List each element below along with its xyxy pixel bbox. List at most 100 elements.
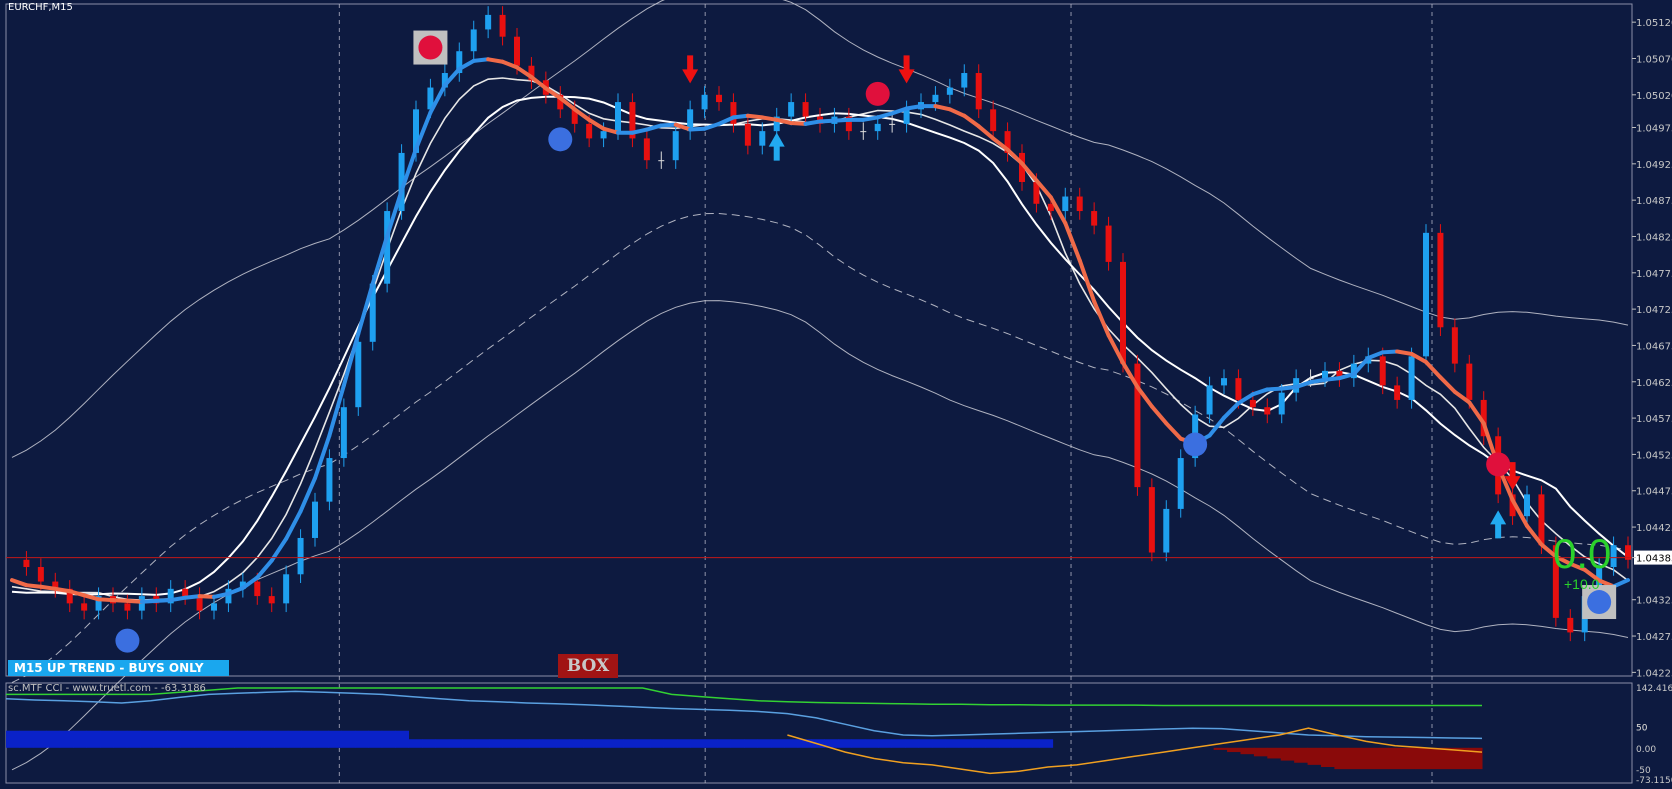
- window-title: EURCHF,M15: [8, 2, 73, 13]
- buy-circle-icon: [1183, 432, 1208, 457]
- candle-body: [1524, 494, 1530, 517]
- price-chart[interactable]: 1.05120 1.05070 1.05020 1.04975 1.04925 1.048…: [0, 0, 1672, 789]
- price-tick-label: 1.04875: [1636, 196, 1672, 207]
- cci-histogram-bar: [1012, 739, 1027, 748]
- candle-body: [975, 73, 982, 110]
- cci-histogram-bar: [1347, 747, 1362, 770]
- cci-histogram-bar: [153, 730, 168, 748]
- buy-circle-icon: [115, 628, 140, 653]
- cci-tick-label: 0.00: [1636, 745, 1656, 755]
- candle-body: [1148, 487, 1155, 553]
- cci-histogram-bar: [167, 730, 181, 748]
- cci-histogram-bar: [1401, 747, 1416, 770]
- candle-body: [254, 581, 261, 597]
- candle-body: [312, 501, 318, 538]
- fast-ma-segment: [818, 118, 837, 124]
- candle-body: [211, 603, 217, 611]
- cci-histogram-bar: [126, 730, 141, 748]
- cci-histogram-bar: [1039, 739, 1054, 748]
- cci-histogram-bar: [958, 739, 973, 748]
- candle: [1148, 478, 1155, 562]
- fast-ma-segment: [486, 57, 505, 64]
- cci-histogram-bar: [609, 739, 624, 748]
- cci-histogram-bar: [717, 739, 732, 748]
- cci-histogram-bar: [1280, 747, 1295, 761]
- candle-body: [340, 407, 347, 459]
- cci-histogram-bar: [475, 739, 490, 748]
- candle-body: [1423, 232, 1429, 357]
- cci-histogram-bar: [985, 739, 1000, 748]
- fast-ma-segment: [125, 598, 144, 604]
- candle: [1120, 253, 1126, 373]
- cci-histogram-bar: [381, 730, 396, 748]
- cci-histogram-bar: [515, 739, 530, 748]
- candle: [1423, 224, 1429, 366]
- cci-histogram-bar: [1388, 747, 1402, 770]
- candle: [1134, 354, 1141, 496]
- candle-body: [182, 588, 189, 597]
- fast-ma-segment: [789, 121, 808, 126]
- fast-ma-segment: [24, 583, 43, 589]
- candle-body: [672, 131, 679, 161]
- candle-body: [1394, 385, 1401, 400]
- cci-histogram-bar: [6, 730, 20, 748]
- candle-body: [990, 109, 997, 132]
- cci-histogram-bar: [448, 739, 463, 748]
- candle-body: [499, 14, 506, 37]
- buy-badge-dot-icon: [1587, 590, 1612, 615]
- cci-histogram-bar: [354, 730, 369, 748]
- candle-body: [946, 87, 953, 95]
- candle-body: [514, 36, 520, 66]
- cci-histogram-bar: [596, 739, 611, 748]
- fast-ma-segment: [139, 598, 159, 604]
- cci-histogram-bar: [260, 730, 275, 748]
- cci-histogram-bar: [86, 730, 101, 748]
- candle-body: [874, 123, 881, 132]
- cci-tick-label: -73.1150: [1636, 776, 1672, 786]
- candle-body: [1466, 363, 1473, 400]
- cci-histogram-bar: [140, 730, 155, 748]
- cci-histogram-bar: [1320, 747, 1335, 767]
- cci-histogram-bar: [837, 739, 852, 748]
- candle-body: [470, 29, 477, 52]
- cci-histogram-bar: [220, 730, 235, 748]
- candle-body: [1437, 232, 1444, 328]
- cci-histogram-bar: [757, 739, 772, 748]
- cci-histogram-bar: [582, 739, 597, 748]
- price-tick-label: 1.04675: [1636, 341, 1672, 352]
- candle-body: [1538, 494, 1545, 546]
- candle-body: [124, 603, 131, 611]
- price-tick-label: 1.05070: [1636, 54, 1672, 65]
- candle-body: [1235, 378, 1242, 400]
- cci-histogram-bar: [368, 730, 383, 748]
- cci-histogram-bar: [1227, 747, 1241, 753]
- candle: [1163, 500, 1170, 562]
- cci-histogram-bar: [113, 730, 128, 748]
- fast-ma-segment: [1380, 349, 1400, 355]
- candle-body: [788, 102, 795, 117]
- cci-histogram-bar: [1361, 747, 1376, 770]
- cci-histogram-bar: [408, 739, 423, 748]
- score-main: 0.0: [1553, 530, 1612, 577]
- candle-body: [1567, 617, 1574, 633]
- fast-ma-segment: [745, 113, 765, 120]
- cci-histogram-bar: [851, 739, 866, 748]
- price-tick-label: 1.04775: [1636, 269, 1672, 280]
- cci-histogram-bar: [972, 739, 987, 748]
- candle-body: [37, 567, 44, 582]
- cci-histogram-bar: [193, 730, 208, 748]
- candle-body: [1322, 370, 1328, 379]
- price-tick-label: 1.04725: [1636, 305, 1672, 316]
- candle-body: [1221, 378, 1227, 386]
- price-tick-label: 1.04325: [1636, 596, 1672, 607]
- candle-body: [1062, 196, 1069, 212]
- candle-body: [283, 574, 290, 604]
- candle-body: [716, 94, 722, 103]
- cci-histogram-bar: [234, 730, 249, 748]
- chart-window[interactable]: 1.05120 1.05070 1.05020 1.04975 1.04925 1.048…: [0, 0, 1672, 789]
- price-tick-label: 1.04475: [1636, 487, 1672, 498]
- cci-histogram-bar: [636, 739, 651, 748]
- cci-histogram-bar: [180, 730, 195, 748]
- box-button[interactable]: BOX: [558, 654, 618, 678]
- candle-body: [1163, 508, 1170, 553]
